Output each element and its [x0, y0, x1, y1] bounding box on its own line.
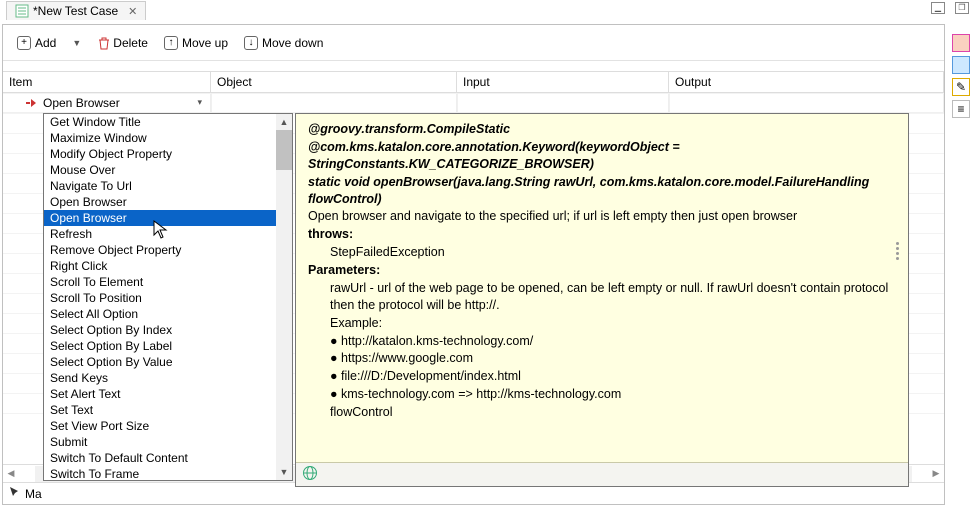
- doc-example: ● https://www.google.com: [308, 350, 896, 367]
- doc-throws-item: StepFailedException: [308, 244, 896, 261]
- move-down-label: Move down: [262, 36, 323, 50]
- dropdown-item[interactable]: Select Option By Index: [44, 322, 292, 338]
- keyword-dropdown[interactable]: Get Window TitleMaximize WindowModify Ob…: [43, 113, 293, 481]
- doc-throws-label: throws:: [308, 226, 896, 243]
- dropdown-item[interactable]: Mouse Over: [44, 162, 292, 178]
- maximize-icon[interactable]: ❐: [955, 2, 969, 14]
- doc-footer: [296, 462, 908, 486]
- editor-content: + Add ▼ Delete ↑ Move up ↓ Move down Ite…: [2, 24, 945, 505]
- globe-icon[interactable]: [302, 465, 318, 484]
- output-cell[interactable]: [669, 93, 944, 112]
- input-cell[interactable]: [457, 93, 669, 112]
- dropdown-item[interactable]: Maximize Window: [44, 130, 292, 146]
- dropdown-item[interactable]: Navigate To Url: [44, 178, 292, 194]
- resize-grip-icon[interactable]: [896, 242, 902, 282]
- doc-body: @groovy.transform.CompileStatic @com.kms…: [296, 114, 908, 462]
- table-header: Item Object Input Output: [3, 71, 944, 93]
- scroll-right-icon[interactable]: ▶: [928, 466, 944, 482]
- dropdown-item[interactable]: Scroll To Position: [44, 290, 292, 306]
- dropdown-item[interactable]: Select Option By Label: [44, 338, 292, 354]
- doc-annotation: @groovy.transform.CompileStatic: [308, 121, 896, 138]
- dropdown-item[interactable]: Modify Object Property: [44, 146, 292, 162]
- add-label: Add: [35, 36, 56, 50]
- trash-icon: [97, 36, 109, 50]
- col-output[interactable]: Output: [669, 72, 944, 92]
- add-button[interactable]: + Add: [13, 34, 60, 52]
- dropdown-item[interactable]: Open Browser: [44, 194, 292, 210]
- close-icon[interactable]: ✕: [128, 5, 137, 18]
- doc-param-desc: rawUrl - url of the web page to be opene…: [308, 280, 896, 314]
- docs-icon[interactable]: ≡: [952, 100, 970, 118]
- object-cell[interactable]: [211, 93, 457, 112]
- minimize-icon[interactable]: ▁: [931, 2, 945, 14]
- restore-view-icon[interactable]: [952, 34, 970, 52]
- attributes-icon[interactable]: ✎: [952, 78, 970, 96]
- scroll-down-icon[interactable]: ▼: [276, 464, 292, 480]
- plus-icon: +: [17, 36, 31, 50]
- table-row[interactable]: Open Browser ▾: [3, 93, 944, 113]
- dropdown-item[interactable]: Select All Option: [44, 306, 292, 322]
- outline-icon[interactable]: [952, 56, 970, 74]
- chevron-down-icon[interactable]: ▾: [197, 97, 206, 108]
- dropdown-item[interactable]: Switch To Default Content: [44, 450, 292, 466]
- arrow-down-icon: ↓: [244, 36, 258, 50]
- dropdown-item[interactable]: Right Click: [44, 258, 292, 274]
- doc-example: ● http://katalon.kms-technology.com/: [308, 333, 896, 350]
- col-item[interactable]: Item: [3, 72, 211, 92]
- doc-annotation: @com.kms.katalon.core.annotation.Keyword…: [308, 139, 896, 173]
- doc-description: Open browser and navigate to the specifi…: [308, 208, 896, 225]
- move-up-label: Move up: [182, 36, 228, 50]
- scroll-up-icon[interactable]: ▲: [276, 114, 292, 130]
- doc-example-label: Example:: [308, 315, 896, 332]
- dropdown-item[interactable]: Set Text: [44, 402, 292, 418]
- dropdown-item[interactable]: Refresh: [44, 226, 292, 242]
- arrow-up-icon: ↑: [164, 36, 178, 50]
- window-controls: ▁ ❐: [931, 2, 969, 14]
- doc-flowcontrol: flowControl: [308, 404, 896, 421]
- keyword-step-icon: [25, 97, 39, 109]
- doc-example: ● file:///D:/Development/index.html: [308, 368, 896, 385]
- scroll-left-icon[interactable]: ◀: [3, 466, 19, 482]
- delete-label: Delete: [113, 36, 148, 50]
- dropdown-item[interactable]: Open Browser: [44, 210, 292, 226]
- doc-signature: static void openBrowser(java.lang.String…: [308, 174, 896, 208]
- dropdown-item[interactable]: Get Window Title: [44, 114, 292, 130]
- tab-manual[interactable]: Ma: [25, 487, 42, 501]
- dropdown-item[interactable]: Set View Port Size: [44, 418, 292, 434]
- right-toolbar: ✎ ≡: [949, 28, 973, 118]
- delete-button[interactable]: Delete: [93, 34, 152, 52]
- pointer-icon: [9, 486, 21, 501]
- col-object[interactable]: Object: [211, 72, 457, 92]
- doc-example: ● kms-technology.com => http://kms-techn…: [308, 386, 896, 403]
- table-body: Open Browser ▾ Get Window TitleMaximize …: [3, 93, 944, 462]
- tab-title: *New Test Case: [33, 4, 118, 18]
- editor-tab[interactable]: *New Test Case ✕: [6, 1, 146, 20]
- dropdown-item[interactable]: Submit: [44, 434, 292, 450]
- add-menu-chevron-icon[interactable]: ▼: [68, 38, 85, 48]
- move-up-button[interactable]: ↑ Move up: [160, 34, 232, 52]
- editor-tab-bar: *New Test Case ✕ ▁ ❐: [0, 0, 975, 22]
- dropdown-item[interactable]: Select Option By Value: [44, 354, 292, 370]
- item-cell[interactable]: Open Browser ▾: [3, 93, 211, 112]
- keyword-doc-popup: @groovy.transform.CompileStatic @com.kms…: [295, 113, 909, 487]
- item-combo-value: Open Browser: [43, 96, 120, 110]
- dropdown-item[interactable]: Send Keys: [44, 370, 292, 386]
- dropdown-item[interactable]: Switch To Frame: [44, 466, 292, 481]
- testcase-icon: [15, 4, 29, 18]
- dropdown-item[interactable]: Remove Object Property: [44, 242, 292, 258]
- scroll-thumb[interactable]: [276, 130, 292, 170]
- move-down-button[interactable]: ↓ Move down: [240, 34, 327, 52]
- col-input[interactable]: Input: [457, 72, 669, 92]
- dropdown-item[interactable]: Set Alert Text: [44, 386, 292, 402]
- dropdown-item[interactable]: Scroll To Element: [44, 274, 292, 290]
- doc-params-label: Parameters:: [308, 262, 896, 279]
- action-toolbar: + Add ▼ Delete ↑ Move up ↓ Move down: [3, 25, 944, 61]
